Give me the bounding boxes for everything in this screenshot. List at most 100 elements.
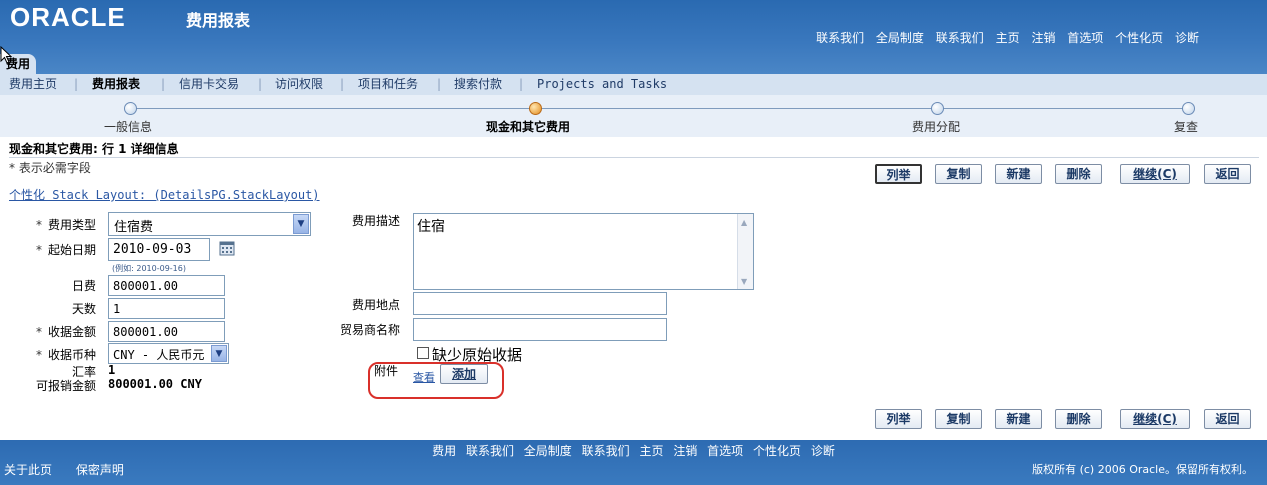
copyright-text: 版权所有 (c) 2006 Oracle。保留所有权利。 [1032,463,1253,476]
description-textarea[interactable]: 住宿 ▲ ▼ [413,213,754,290]
subtab-credit-card[interactable]: 信用卡交易 [179,74,239,95]
daily-rate-field[interactable] [108,275,225,296]
subtab-separator: | [519,77,524,91]
global-link-diagnostics[interactable]: 诊断 [1175,31,1199,45]
start-date-field[interactable] [108,238,210,261]
subtab-separator: | [161,77,166,91]
footer-link-policy[interactable]: 全局制度 [524,444,572,458]
date-format-hint: (例如: 2010-09-16) [112,264,186,273]
subtab-separator: | [74,77,79,91]
footer-link-logout[interactable]: 注销 [673,444,697,458]
footer-links: 费用 联系我们 全局制度 联系我们 主页 注销 首选项 个性化页 诊断 [0,442,1267,459]
global-link-personalize[interactable]: 个性化页 [1115,31,1163,45]
expense-type-label: * 费用类型 [10,216,96,233]
train-stop-cash-expenses [529,102,542,115]
train-label-allocation[interactable]: 费用分配 [912,118,960,135]
subtab-projects-and-tasks[interactable]: Projects and Tasks [537,74,667,95]
required-field-note: * 表示必需字段 [9,161,91,175]
continue-button-top[interactable]: 继续(C) [1120,164,1190,184]
merchant-label: 贸易商名称 [339,323,400,337]
list-button-top[interactable]: 列举 [875,164,922,184]
scroll-up-icon[interactable]: ▲ [741,218,747,227]
expense-type-label-text: 费用类型 [47,218,96,232]
chevron-down-icon[interactable]: ▼ [293,214,309,234]
personalize-stack-layout-link[interactable]: 个性化 Stack Layout: (DetailsPG.StackLayout… [9,186,320,203]
subtab-projects[interactable]: 项目和任务 [358,74,418,95]
back-button-top[interactable]: 返回 [1204,164,1251,184]
global-link-home[interactable]: 主页 [996,31,1020,45]
subtab-expense-home[interactable]: 费用主页 [9,74,57,95]
train-stop-allocation[interactable] [931,102,944,115]
daily-rate-label: 日费 [71,279,96,293]
calendar-icon[interactable] [219,240,235,256]
required-asterisk: * [35,243,42,257]
new-button-bottom[interactable]: 新建 [995,409,1042,429]
receipt-currency-label: * 收据币种 [10,346,96,363]
train-stop-review[interactable] [1182,102,1195,115]
chevron-down-icon[interactable]: ▼ [211,345,227,362]
location-label: 费用地点 [351,298,400,312]
global-link-logout[interactable]: 注销 [1031,31,1055,45]
missing-receipt-checkbox[interactable] [417,347,429,359]
copy-button-top[interactable]: 复制 [935,164,982,184]
required-asterisk: * [35,325,42,339]
footer-link-personalize[interactable]: 个性化页 [753,444,801,458]
receipt-currency-select[interactable]: CNY - 人民币元 ▼ [108,343,229,364]
days-label: 天数 [71,302,96,316]
about-links: 关于此页 保密声明 [4,461,144,478]
highlight-annotation [368,362,504,399]
train-stop-general[interactable] [124,102,137,115]
required-asterisk: * [35,348,42,362]
oracle-logo: ORACLE [10,2,126,32]
receipt-currency-value: CNY - 人民币元 [113,348,205,362]
global-link-policy[interactable]: 全局制度 [876,31,924,45]
subtab-access[interactable]: 访问权限 [275,74,323,95]
footer-link-expenses[interactable]: 费用 [432,444,456,458]
subtab-separator: | [437,77,442,91]
description-scrollbar[interactable]: ▲ ▼ [737,214,753,289]
page-footer: 费用 联系我们 全局制度 联系我们 主页 注销 首选项 个性化页 诊断 关于此页… [0,440,1267,485]
receipt-amount-label: * 收据金额 [10,323,96,340]
reimbursable-amount-value: 800001.00 CNY [108,377,202,391]
list-button-bottom[interactable]: 列举 [875,409,922,429]
train-label-general[interactable]: 一般信息 [104,118,152,135]
delete-button-top[interactable]: 删除 [1055,164,1102,184]
app-title: 费用报表 [186,11,251,30]
mouse-cursor-icon [0,46,12,64]
subtab-bar: 费用主页 | 费用报表 | 信用卡交易 | 访问权限 | 项目和任务 | 搜索付… [0,74,1267,95]
train-label-review[interactable]: 复查 [1174,118,1198,135]
footer-link-home[interactable]: 主页 [639,444,663,458]
new-button-top[interactable]: 新建 [995,164,1042,184]
receipt-amount-label-text: 收据金额 [47,325,96,339]
copy-button-bottom[interactable]: 复制 [935,409,982,429]
global-link-preferences[interactable]: 首选项 [1067,31,1103,45]
process-train: 一般信息 现金和其它费用 费用分配 复查 [0,95,1267,137]
title-divider [9,157,1259,158]
footer-link-contact-2[interactable]: 联系我们 [582,444,630,458]
description-label: 费用描述 [351,214,400,228]
expense-type-select[interactable]: 住宿费 ▼ [108,212,311,236]
reimbursable-amount-label: 可报销金额 [35,379,96,393]
footer-link-diagnostics[interactable]: 诊断 [811,444,835,458]
receipt-amount-field[interactable] [108,321,225,342]
location-field[interactable] [413,292,667,315]
global-links: 联系我们 全局制度 联系我们 主页 注销 首选项 个性化页 诊断 [808,29,1199,46]
privacy-statement-link[interactable]: 保密声明 [76,463,124,477]
scroll-down-icon[interactable]: ▼ [741,277,747,286]
merchant-field[interactable] [413,318,667,341]
delete-button-bottom[interactable]: 删除 [1055,409,1102,429]
global-link-contact[interactable]: 联系我们 [816,31,864,45]
train-label-cash-expenses: 现金和其它费用 [486,120,571,134]
days-field[interactable] [108,298,225,319]
description-value: 住宿 [417,219,445,235]
subtab-search-payments[interactable]: 搜索付款 [454,74,502,95]
global-link-contact-2[interactable]: 联系我们 [936,31,984,45]
page-title: 现金和其它费用: 行 1 详细信息 [9,142,179,156]
expense-type-value: 住宿费 [114,220,154,235]
subtab-expense-reports[interactable]: 费用报表 [92,74,140,95]
continue-button-bottom[interactable]: 继续(C) [1120,409,1190,429]
footer-link-preferences[interactable]: 首选项 [707,444,743,458]
footer-link-contact[interactable]: 联系我们 [466,444,514,458]
about-page-link[interactable]: 关于此页 [4,463,52,477]
back-button-bottom[interactable]: 返回 [1204,409,1251,429]
